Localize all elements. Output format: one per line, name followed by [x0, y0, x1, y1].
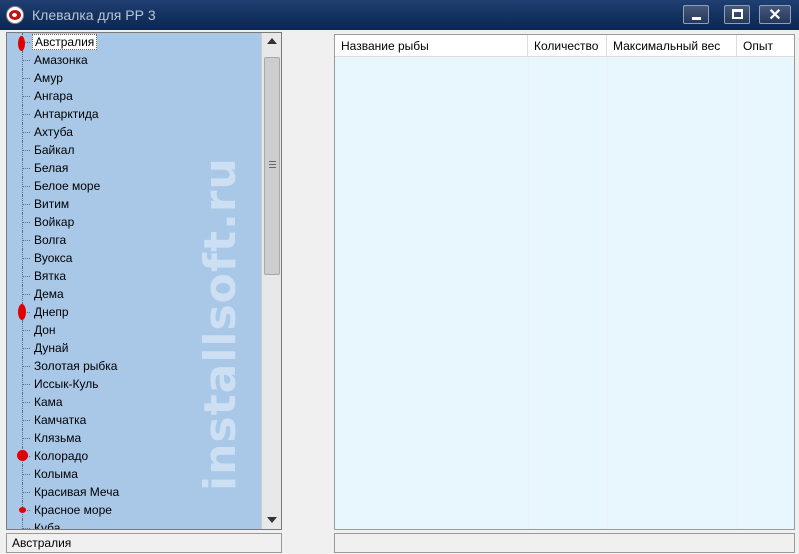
tree-connector — [23, 438, 30, 439]
red-marker-icon — [19, 507, 26, 513]
arrow-up-icon — [267, 38, 277, 44]
yin-yang-app-icon[interactable] — [6, 6, 24, 24]
tree-item-label: Куба — [34, 521, 61, 529]
tree-scrollbar[interactable] — [261, 33, 281, 529]
tree-connector — [23, 258, 30, 259]
tree-item-label: Дема — [34, 287, 64, 301]
title-bar[interactable]: Клевалка для РР 3 ✕ — [0, 0, 799, 30]
tree-item-label: Антарктида — [34, 107, 99, 121]
location-tree[interactable]: Австралия Амазонка Амур Ангара Антарктида Ахт… — [6, 32, 282, 530]
tree-item-label: Иссык-Куль — [34, 377, 99, 391]
column-header-experience[interactable]: Опыт — [737, 35, 794, 57]
tree-item-label: Белое море — [34, 179, 101, 193]
scroll-down-button[interactable] — [262, 511, 281, 529]
tree-connector — [23, 348, 30, 349]
tree-item-label: Белая — [34, 161, 69, 175]
tree-connector — [23, 402, 30, 403]
tree-connector — [23, 114, 30, 115]
column-header-count[interactable]: Количество — [528, 35, 607, 57]
scroll-up-button[interactable] — [262, 33, 281, 51]
tree-item-label: Волга — [34, 233, 67, 247]
tree-connector — [23, 528, 30, 529]
red-marker-icon — [17, 450, 28, 461]
tree-item-label: Ахтуба — [34, 125, 73, 139]
client-area: Австралия Амазонка Амур Ангара Антарктида Ахт… — [0, 30, 799, 554]
tree-connector — [23, 474, 30, 475]
close-button[interactable]: ✕ — [759, 5, 791, 24]
tree-item-label: Амазонка — [34, 53, 88, 67]
column-header-max-weight[interactable]: Максимальный вес — [607, 35, 737, 57]
tree-connector — [23, 204, 30, 205]
tree-item-label: Золотая рыбка — [34, 359, 118, 373]
tree-connector — [23, 222, 30, 223]
tree-item-label: Ангара — [34, 89, 73, 103]
tree-connector — [23, 186, 30, 187]
tree-item-label: Войкар — [34, 215, 75, 229]
tree-item-label: Клязьма — [34, 431, 82, 445]
tree-item-label: Дон — [34, 323, 56, 337]
tree-connector — [23, 132, 30, 133]
tree-item-label: Вуокса — [34, 251, 73, 265]
tree-item-label: Колыма — [34, 467, 78, 481]
status-right-panel — [334, 533, 795, 553]
maximize-button[interactable] — [724, 5, 750, 24]
tree-connector — [23, 420, 30, 421]
window-title: Клевалка для РР 3 — [32, 7, 156, 23]
tree-item[interactable]: Австралия — [7, 33, 261, 51]
tree-item[interactable]: Красное море — [7, 501, 261, 519]
app-window: Клевалка для РР 3 ✕ Австралия Амазонка Аму… — [0, 0, 799, 554]
red-marker-icon — [18, 36, 25, 51]
tree-item[interactable]: Ангара — [7, 87, 261, 105]
column-divider — [737, 57, 738, 529]
tree-connector — [23, 240, 30, 241]
minimize-button[interactable] — [683, 5, 709, 24]
status-location: Австралия — [6, 533, 282, 553]
watermark: installsoft.ru — [195, 157, 246, 491]
tree-connector — [23, 384, 30, 385]
tree-connector — [23, 330, 30, 331]
tree-item-label: Камчатка — [34, 413, 87, 427]
tree-item[interactable]: Амазонка — [7, 51, 261, 69]
tree-connector — [23, 366, 30, 367]
tree-item-label: Днепр — [34, 305, 69, 319]
column-divider — [528, 57, 529, 529]
tree-item-label: Австралия — [32, 34, 98, 50]
minimize-icon — [692, 17, 701, 20]
tree-item-label: Колорадо — [34, 449, 89, 463]
arrow-down-icon — [267, 517, 277, 523]
tree-item-label: Витим — [34, 197, 70, 211]
tree-connector — [23, 78, 30, 79]
tree-item-label: Вятка — [34, 269, 67, 283]
close-icon: ✕ — [768, 7, 782, 24]
tree-connector — [23, 294, 30, 295]
column-header-fish-name[interactable]: Название рыбы — [335, 35, 528, 57]
tree-item-label: Байкал — [34, 143, 75, 157]
tree-item[interactable]: Амур — [7, 69, 261, 87]
grip-icon — [269, 161, 276, 168]
tree-connector — [23, 60, 30, 61]
maximize-icon — [732, 9, 743, 19]
tree-item-label: Красивая Меча — [34, 485, 120, 499]
fish-table[interactable]: Название рыбы Количество Максимальный ве… — [334, 34, 795, 530]
tree-item[interactable]: Куба — [7, 519, 261, 529]
tree-connector — [23, 168, 30, 169]
column-divider — [607, 57, 608, 529]
tree-item-label: Амур — [34, 71, 63, 85]
scroll-thumb[interactable] — [264, 57, 280, 275]
tree-connector — [23, 150, 30, 151]
tree-connector — [23, 96, 30, 97]
tree-item-label: Кама — [34, 395, 63, 409]
tree-item-label: Дунай — [34, 341, 69, 355]
tree-item-label: Красное море — [34, 503, 112, 517]
tree-item[interactable]: Антарктида — [7, 105, 261, 123]
tree-connector — [23, 492, 30, 493]
tree-connector — [23, 276, 30, 277]
table-header: Название рыбы Количество Максимальный ве… — [335, 35, 794, 57]
red-marker-icon — [18, 304, 26, 320]
